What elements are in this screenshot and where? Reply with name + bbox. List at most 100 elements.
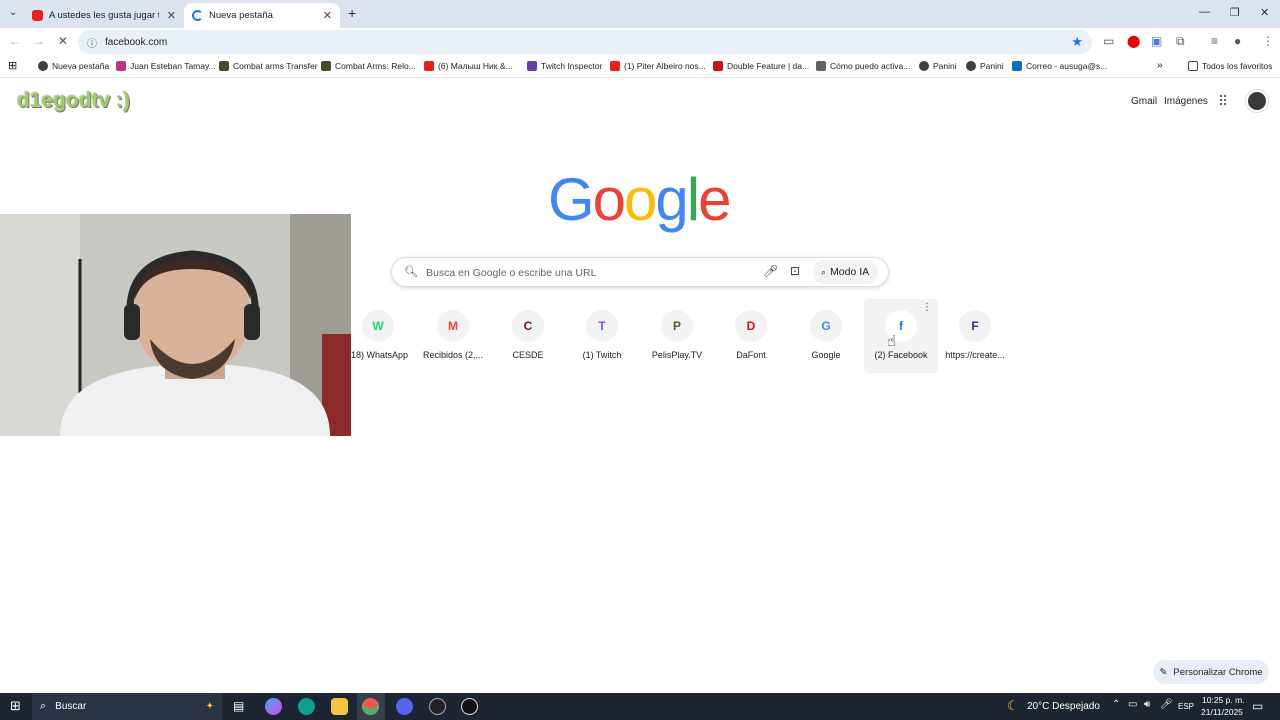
shortcut-menu-icon[interactable]: ⋮ (922, 302, 932, 313)
google-apps-icon[interactable]: ⠿ (1218, 93, 1228, 110)
shortcut-label: Google (811, 350, 841, 360)
google-logo: Google (548, 165, 732, 234)
microphone-icon[interactable]: 🎤︎ (1160, 699, 1173, 710)
close-icon[interactable]: ✕ (323, 9, 332, 22)
bookmark-item[interactable]: Panini (919, 61, 957, 71)
taskbar: ⊞ ⌕ Buscar ✦ ▤ ☾ 20°C Despejado ⌃ ▭ 🔊︎ 🎤… (0, 693, 1280, 720)
back-icon[interactable]: ← (9, 34, 21, 48)
opera-icon[interactable]: ⬤ (1127, 34, 1140, 48)
close-icon[interactable]: ✕ (167, 9, 176, 22)
restore-icon[interactable]: ❐ (1230, 6, 1240, 19)
globe-icon (966, 61, 976, 71)
shortcut-tile[interactable]: P PelisPlay.TV (640, 299, 714, 373)
bookmark-item[interactable]: Twitch Inspector (527, 61, 602, 71)
forward-icon[interactable]: → (33, 34, 45, 48)
chevron-up-icon[interactable]: ⌃ (1112, 699, 1120, 710)
shortcut-glyph: D (746, 319, 756, 333)
taskbar-search[interactable]: ⌕ Buscar ✦ (32, 693, 222, 720)
bookmark-item[interactable]: Double Feature | da... (713, 61, 809, 71)
close-window-icon[interactable]: ✕ (1260, 6, 1269, 19)
tab-youtube[interactable]: A ustedes les gusta jugar torne ✕ (24, 3, 184, 28)
bookmark-item[interactable]: Nueva pestaña (38, 61, 109, 71)
apps-grid-icon[interactable]: ⊞ (8, 59, 17, 72)
task-view-icon[interactable]: ▤ (233, 699, 244, 713)
account-avatar[interactable] (1246, 90, 1268, 112)
discord-icon[interactable] (396, 698, 413, 715)
clock-time[interactable]: 10:25 p. m. (1202, 695, 1245, 705)
bookmarks-bar: ⊞ Nueva pestaña Juan Esteban Tamay... Co… (0, 56, 1280, 78)
media-control-icon[interactable]: ≡ (1211, 34, 1218, 48)
pencil-icon: ✎ (1159, 666, 1168, 678)
extensions-icon[interactable]: ⧉ (1176, 34, 1185, 49)
shortcut-glyph: P (672, 319, 681, 333)
file-explorer-icon[interactable] (331, 698, 348, 715)
shortcut-tile[interactable]: Fhttps://create... (938, 299, 1012, 373)
weather-label[interactable]: 20°C Despejado (1027, 701, 1100, 712)
translate-icon[interactable]: ▣ (1151, 34, 1162, 48)
taskbar-search-label: Buscar (55, 701, 87, 712)
stop-loading-icon[interactable]: ✕ (58, 34, 68, 48)
cast-icon[interactable]: ▭ (1103, 34, 1114, 48)
shortcut-tile[interactable]: W (18) WhatsApp (341, 299, 415, 373)
bookmark-item[interactable]: (6) Малыш Ник &... (424, 61, 513, 71)
mouse-cursor-icon: ☝ (887, 333, 897, 350)
bookmark-item[interactable]: (1) Piter Albeiro nos... (610, 61, 706, 71)
menu-icon[interactable]: ⋮ (1262, 34, 1274, 48)
clock-date[interactable]: 21/11/2025 (1201, 707, 1243, 717)
voice-search-icon[interactable]: 🎤︎ (763, 264, 778, 278)
site-info-icon[interactable]: ⓘ (87, 35, 97, 50)
shortcut-label: (1) Twitch (582, 350, 622, 360)
tab-new-tab[interactable]: Nueva pestaña ✕ (184, 3, 340, 28)
shortcut-tile[interactable]: G Google (789, 299, 863, 373)
shortcut-tile[interactable]: D DaFont (714, 299, 788, 373)
bookmark-item[interactable]: Juan Esteban Tamay... (116, 61, 216, 71)
search-input[interactable]: Busca en Google o escribe una URL (426, 267, 596, 279)
customize-chrome-button[interactable]: ✎ Personalizar Chrome (1153, 660, 1269, 684)
url-text[interactable]: facebook.com (105, 37, 167, 48)
bookmark-item[interactable]: Combat Arms: Relo... (321, 61, 416, 71)
edge-icon[interactable] (298, 698, 315, 715)
new-tab-icon[interactable]: + (348, 5, 356, 21)
bookmark-label: Nueva pestaña (52, 61, 110, 71)
copilot-icon[interactable] (265, 698, 282, 715)
minimize-icon[interactable]: — (1199, 6, 1210, 18)
shortcut-label: (2) Facebook (874, 350, 928, 360)
search-icon: ⌕ (40, 700, 47, 712)
shortcut-tile[interactable]: C CESDE (491, 299, 565, 373)
network-icon[interactable]: ▭ (1128, 699, 1137, 710)
shortcut-tile[interactable]: T (1) Twitch (565, 299, 639, 373)
shortcut-icon: M (437, 310, 469, 342)
all-bookmarks-button[interactable]: Todos los favoritos (1188, 61, 1272, 71)
bookmark-item[interactable]: Cómo puedo activa... (816, 61, 910, 71)
bookmark-label: Juan Esteban Tamay... (130, 61, 216, 71)
bookmark-label: Combat Arms: Relo... (335, 61, 416, 71)
shortcut-icon: W (362, 310, 394, 342)
shortcut-glyph: W (372, 319, 384, 333)
lens-icon[interactable]: ⊡ (790, 264, 800, 278)
shortcut-tile[interactable]: f (2) Facebook ⋮ (864, 299, 938, 373)
images-link[interactable]: Imágenes (1164, 96, 1208, 107)
notifications-icon[interactable]: ▭ (1252, 699, 1263, 713)
search-box[interactable]: 🔍︎ Busca en Google o escribe una URL 🎤︎ … (391, 257, 889, 287)
ai-mode-button[interactable]: ⌕ Modo IA (812, 260, 879, 284)
stream-watermark: d1egodtv :) (17, 89, 131, 112)
volume-icon[interactable]: 🔊︎ (1144, 699, 1150, 710)
tab-search-icon[interactable]: ⌄ (9, 7, 17, 18)
bookmark-item[interactable]: Panini (966, 61, 1004, 71)
gmail-link[interactable]: Gmail (1131, 96, 1157, 107)
bookmark-label: Twitch Inspector (541, 61, 603, 71)
language-label[interactable]: ESP (1178, 702, 1194, 711)
bookmark-star-icon[interactable]: ★ (1071, 34, 1083, 50)
shortcut-glyph: f (899, 319, 903, 333)
bookmark-item[interactable]: Correo - ausuga@s... (1012, 61, 1107, 71)
more-bookmarks-icon[interactable]: » (1157, 60, 1163, 71)
ai-mode-label: Modo IA (830, 266, 870, 278)
pen-icon (816, 61, 826, 71)
windows-start-icon[interactable]: ⊞ (10, 698, 21, 714)
profile-avatar[interactable]: ● (1234, 34, 1241, 48)
obs-icon[interactable] (429, 698, 446, 715)
unreal-icon[interactable] (461, 698, 478, 715)
shortcut-tile[interactable]: M Recibidos (2,... (416, 299, 490, 373)
bookmark-item[interactable]: Combat arms Transfer (219, 61, 318, 71)
address-bar[interactable]: ⓘ facebook.com ★ (78, 30, 1092, 54)
